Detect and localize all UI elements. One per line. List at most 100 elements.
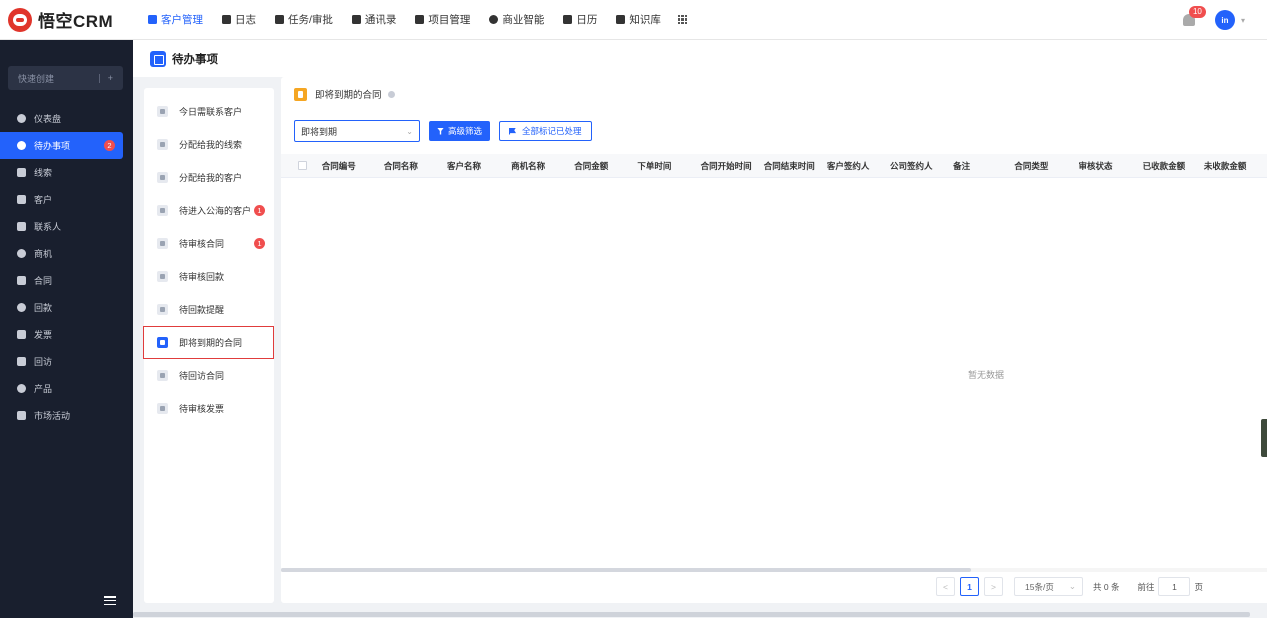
column-header[interactable]: 合同编号 xyxy=(322,160,384,172)
column-header[interactable]: 合同开始时间 xyxy=(701,160,764,172)
column-header[interactable]: 合同名称 xyxy=(384,160,447,172)
chevron-down-icon: ⌄ xyxy=(406,126,413,136)
floating-side-tab[interactable] xyxy=(1261,419,1267,457)
sidebar-item-customer[interactable]: 客户 xyxy=(0,186,133,213)
flag-icon xyxy=(509,127,517,135)
column-header[interactable]: 公司签约人 xyxy=(890,160,953,172)
calendar-icon xyxy=(563,15,573,24)
leads-icon xyxy=(17,168,26,177)
todo-item-assigned-leads[interactable]: 分配给我的线索 xyxy=(144,128,274,161)
chevron-down-icon: ⌄ xyxy=(1068,581,1076,591)
column-header[interactable]: 下单时间 xyxy=(637,160,700,172)
select-all-checkbox[interactable] xyxy=(298,161,307,170)
sidebar-item-contact[interactable]: 联系人 xyxy=(0,213,133,240)
todo-item-contract-review[interactable]: 待审核合同 1 xyxy=(144,227,274,260)
sidebar-item-visit[interactable]: 回访 xyxy=(0,348,133,375)
nav-contacts[interactable]: 通讯录 xyxy=(344,0,405,40)
nav-customer-management[interactable]: 客户管理 xyxy=(140,0,211,40)
sidebar-item-campaign[interactable]: 市场活动 xyxy=(0,402,133,429)
customer-icon xyxy=(157,106,168,117)
page-size-select[interactable]: 15条/页 ⌄ xyxy=(1014,577,1083,596)
sidebar-item-todo[interactable]: 待办事项 2 xyxy=(0,132,123,159)
help-icon[interactable] xyxy=(387,90,395,98)
scrollbar-thumb[interactable] xyxy=(281,568,971,572)
knowledge-icon xyxy=(616,15,626,24)
sidebar-item-dashboard[interactable]: 仪表盘 xyxy=(0,105,133,132)
mark-all-processed-button[interactable]: 全部标记已处理 xyxy=(499,121,592,141)
column-header[interactable]: 未收款金额 xyxy=(1204,160,1267,172)
contract-icon xyxy=(294,87,307,101)
contract-icon xyxy=(157,238,168,249)
page-number-button[interactable]: 1 xyxy=(960,577,979,596)
nav-knowledge-base[interactable]: 知识库 xyxy=(608,0,669,40)
next-page-button[interactable]: > xyxy=(984,577,1003,596)
page-horizontal-scrollbar[interactable] xyxy=(133,612,1250,617)
sidebar-item-opportunity[interactable]: 商机 xyxy=(0,240,133,267)
column-header[interactable]: 客户签约人 xyxy=(827,160,890,172)
notification-badge: 10 xyxy=(1188,6,1206,18)
nav-task-approval[interactable]: 任务/审批 xyxy=(267,0,341,40)
leads-icon xyxy=(157,139,168,150)
sidebar-item-leads[interactable]: 线索 xyxy=(0,159,133,186)
todo-item-today-contact[interactable]: 今日需联系客户 xyxy=(144,95,274,128)
advanced-filter-button[interactable]: 高级筛选 xyxy=(429,121,491,141)
todo-item-assigned-customers[interactable]: 分配给我的客户 xyxy=(144,161,274,194)
todo-item-invoice-review[interactable]: 待审核发票 xyxy=(144,392,274,425)
sidebar-item-invoice[interactable]: 发票 xyxy=(0,321,133,348)
sea-icon xyxy=(157,205,168,216)
column-header[interactable]: 合同金额 xyxy=(574,160,637,172)
quick-create-label: 快速创建 xyxy=(18,73,55,84)
collapse-menu-icon[interactable] xyxy=(104,596,116,605)
column-header[interactable]: 审核状态 xyxy=(1078,160,1142,172)
log-icon xyxy=(222,15,231,24)
contact-icon xyxy=(17,222,26,231)
goto-page-input[interactable]: 1 xyxy=(1158,577,1191,596)
todo-item-payment-review[interactable]: 待审核回款 xyxy=(144,260,274,293)
horizontal-scrollbar[interactable] xyxy=(281,568,1267,572)
column-header[interactable]: 合同类型 xyxy=(1014,160,1078,172)
nav-log[interactable]: 日志 xyxy=(214,0,264,40)
column-header[interactable]: 商机名称 xyxy=(511,160,574,172)
product-icon xyxy=(17,384,26,393)
sidebar-item-product[interactable]: 产品 xyxy=(0,375,133,402)
quick-create-button[interactable]: 快速创建 + xyxy=(8,66,123,90)
page-title: 待办事项 xyxy=(172,53,218,66)
column-header[interactable]: 合同结束时间 xyxy=(764,160,827,172)
empty-state-text: 暂无数据 xyxy=(967,370,1004,380)
project-icon xyxy=(415,15,425,24)
payment-icon xyxy=(157,271,168,282)
column-header[interactable]: 已收款金额 xyxy=(1143,160,1204,172)
todo-item-payment-reminder[interactable]: 待回款提醒 xyxy=(144,293,274,326)
todo-badge: 2 xyxy=(104,140,115,151)
column-header[interactable]: 客户名称 xyxy=(447,160,511,172)
sidebar-item-payment[interactable]: 回款 xyxy=(0,294,133,321)
top-bar: 悟空CRM 客户管理 日志 任务/审批 通讯录 项目管理 商业智能 日历 知识库… xyxy=(0,0,1267,40)
todo-item-pool-customers[interactable]: 待进入公海的客户 1 xyxy=(144,194,274,227)
todo-item-visit-contracts[interactable]: 待回访合同 xyxy=(144,359,274,392)
expiry-filter-select[interactable]: 即将到期 ⌄ xyxy=(294,120,420,142)
sidebar-item-contract[interactable]: 合同 xyxy=(0,267,133,294)
invoice-icon xyxy=(17,330,26,339)
contract-review-badge: 1 xyxy=(254,238,265,249)
chevron-down-icon[interactable]: ▾ xyxy=(1241,16,1245,25)
section-header: 即将到期的合同 xyxy=(294,87,395,101)
logo[interactable]: 悟空CRM xyxy=(0,7,140,32)
bell-icon[interactable]: 10 xyxy=(1182,6,1206,26)
nav-business-intelligence[interactable]: 商业智能 xyxy=(481,0,552,40)
visit-icon xyxy=(17,357,26,366)
task-icon xyxy=(275,15,284,24)
avatar[interactable]: in xyxy=(1214,10,1235,30)
todo-item-expiring-contracts[interactable]: 即将到期的合同 xyxy=(143,326,274,359)
contract-icon xyxy=(157,337,168,348)
todo-category-list: 今日需联系客户 分配给我的线索 分配给我的客户 待进入公海的客户 1 待审核合同… xyxy=(143,88,274,603)
nav-project-management[interactable]: 项目管理 xyxy=(407,0,478,40)
todo-page-icon xyxy=(150,50,166,67)
prev-page-button[interactable]: < xyxy=(936,577,955,596)
nav-calendar[interactable]: 日历 xyxy=(555,0,605,40)
bi-icon xyxy=(489,15,499,24)
section-title: 即将到期的合同 xyxy=(315,90,382,101)
goto-label: 前往 xyxy=(1137,581,1155,592)
column-header[interactable]: 备注 xyxy=(953,160,1014,172)
app-grid-icon[interactable] xyxy=(677,14,688,25)
sidebar-menu: 仪表盘 待办事项 2 线索 客户 联系人 商机 合同 回款 发票 回访 产品 市… xyxy=(0,105,133,429)
